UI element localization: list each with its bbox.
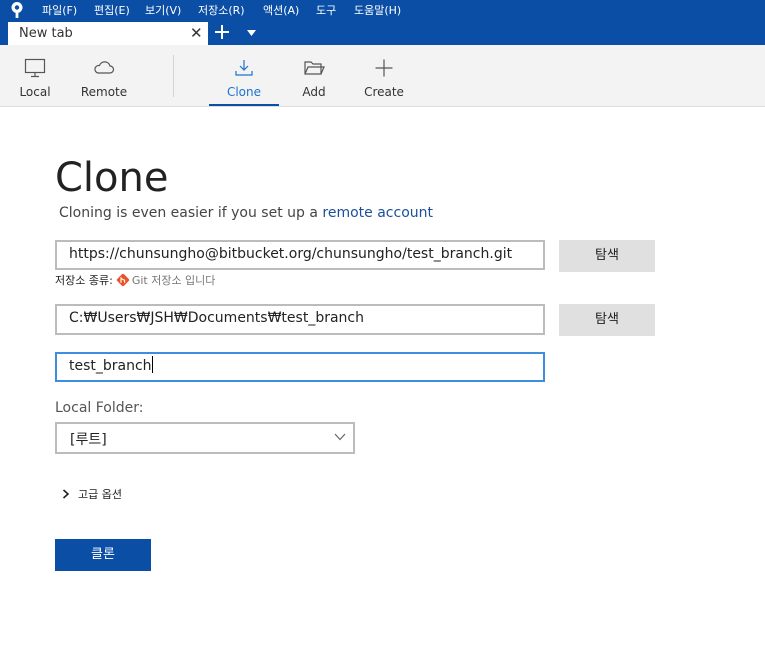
repository-name-input[interactable]: test_branch — [55, 352, 545, 382]
browse-source-button[interactable]: 탐색 — [559, 240, 655, 272]
folder-icon — [304, 61, 325, 75]
advanced-options-toggle[interactable]: 고급 옵션 — [62, 486, 122, 502]
advanced-options-label: 고급 옵션 — [78, 488, 122, 501]
chevron-down-icon — [334, 433, 346, 441]
toolbar-create-label: Create — [364, 85, 404, 99]
cloud-icon — [94, 61, 115, 74]
toolbar-clone-button[interactable]: Clone — [209, 45, 279, 106]
toolbar-remote-button[interactable]: Remote — [69, 45, 139, 106]
menu-bar: 파일(F) 편집(E) 보기(V) 저장소(R) 액션(A) 도구 도움말(H) — [0, 0, 765, 20]
local-folder-label: Local Folder: — [55, 400, 144, 416]
destination-path-input[interactable]: C:₩Users₩JSH₩Documents₩test_branch — [55, 304, 545, 335]
menu-repository[interactable]: 저장소(R) — [198, 2, 245, 18]
chevron-down-icon[interactable] — [247, 30, 256, 36]
toolbar-local-button[interactable]: Local — [0, 45, 70, 106]
tab-bar: New tab ✕ — [0, 20, 765, 45]
subtitle-text: Cloning is even easier if you set up a — [59, 205, 323, 221]
toolbar-local-label: Local — [19, 85, 51, 99]
repo-type-value: Git 저장소 입니다 — [131, 274, 216, 287]
toolbar-separator — [173, 55, 174, 97]
repo-type-label: 저장소 종류: — [55, 274, 113, 287]
menu-action[interactable]: 액션(A) — [263, 2, 299, 18]
monitor-icon — [24, 58, 46, 78]
download-icon — [235, 60, 253, 76]
toolbar-add-button[interactable]: Add — [279, 45, 349, 106]
source-url-input[interactable]: https://chunsungho@bitbucket.org/chunsun… — [55, 240, 545, 270]
toolbar-create-button[interactable]: Create — [349, 45, 419, 106]
toolbar: Local Remote Clone Add Create — [0, 45, 765, 107]
sourcetree-logo-icon[interactable] — [9, 1, 25, 19]
menu-help[interactable]: 도움말(H) — [354, 2, 401, 18]
git-icon — [116, 273, 129, 287]
local-folder-value: [루트] — [70, 432, 107, 448]
text-caret — [151, 356, 153, 373]
remote-account-link[interactable]: remote account — [322, 205, 433, 221]
tab-label: New tab — [19, 26, 73, 41]
repo-type-info: 저장소 종류: Git 저장소 입니다 — [55, 272, 215, 288]
menu-tools[interactable]: 도구 — [316, 2, 336, 18]
close-icon[interactable]: ✕ — [190, 25, 203, 42]
page-subtitle: Cloning is even easier if you set up a r… — [59, 205, 433, 221]
active-tab-indicator — [209, 104, 279, 106]
plus-icon — [375, 59, 393, 77]
toolbar-add-label: Add — [302, 85, 326, 99]
local-folder-select[interactable]: [루트] — [55, 422, 355, 454]
clone-button[interactable]: 클론 — [55, 539, 151, 571]
menu-file[interactable]: 파일(F) — [42, 2, 77, 18]
toolbar-remote-label: Remote — [80, 85, 128, 99]
page-title: Clone — [55, 155, 169, 201]
plus-icon[interactable] — [213, 23, 231, 41]
chevron-right-icon — [62, 489, 70, 499]
menu-view[interactable]: 보기(V) — [145, 2, 181, 18]
browse-destination-button[interactable]: 탐색 — [559, 304, 655, 336]
repository-name-value: test_branch — [69, 358, 152, 374]
menu-edit[interactable]: 편집(E) — [94, 2, 130, 18]
tab-new-tab[interactable]: New tab ✕ — [8, 22, 208, 45]
toolbar-clone-label: Clone — [226, 85, 262, 99]
